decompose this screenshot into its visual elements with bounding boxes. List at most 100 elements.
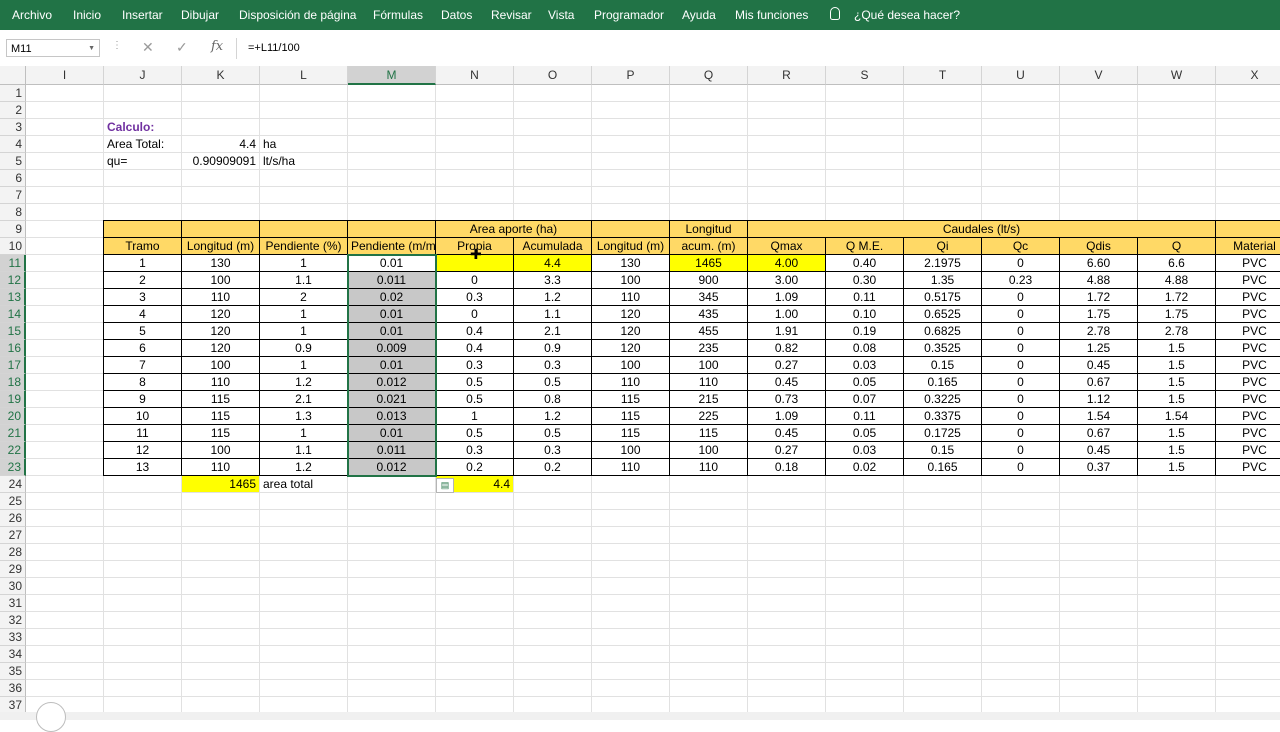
row-header-36[interactable]: 36 (0, 680, 26, 697)
table-cell-K18[interactable]: 110 (181, 373, 260, 391)
row-header-31[interactable]: 31 (0, 595, 26, 612)
grid-cell[interactable] (592, 187, 670, 204)
grid-cell[interactable] (514, 493, 592, 510)
grid-cell[interactable] (904, 204, 982, 221)
column-header-Q[interactable]: Q (670, 66, 748, 85)
table-cell-U20[interactable]: 0 (981, 407, 1060, 425)
grid-cell[interactable] (670, 595, 748, 612)
grid-cell[interactable] (748, 544, 826, 561)
area-total-label[interactable]: Area Total: (104, 136, 182, 153)
table-cell-O20[interactable]: 1.2 (513, 407, 592, 425)
grid-cell[interactable] (670, 204, 748, 221)
grid-cell[interactable] (1138, 663, 1216, 680)
grid-cell[interactable] (670, 510, 748, 527)
column-header-K[interactable]: K (182, 66, 260, 85)
grid-cell[interactable] (904, 595, 982, 612)
table-cell-U12[interactable]: 0.23 (981, 271, 1060, 289)
row-header-4[interactable]: 4 (0, 136, 26, 153)
table-cell-M11[interactable]: 0.01 (347, 254, 436, 272)
grid-cell[interactable] (1060, 187, 1138, 204)
grid-cell[interactable] (1216, 629, 1280, 646)
row-header-26[interactable]: 26 (0, 510, 26, 527)
grid-cell[interactable] (1060, 510, 1138, 527)
grid-cell[interactable] (1216, 136, 1280, 153)
grid-cell[interactable] (748, 612, 826, 629)
table-cell-Q21[interactable]: 115 (669, 424, 748, 442)
grid-cell[interactable] (260, 493, 348, 510)
grid-cell[interactable] (182, 85, 260, 102)
grid-cell[interactable] (260, 170, 348, 187)
table-cell-P17[interactable]: 100 (591, 356, 670, 374)
table-cell-S23[interactable]: 0.02 (825, 458, 904, 476)
grid-cell[interactable] (26, 272, 104, 289)
grid-cell[interactable] (670, 136, 748, 153)
grid-cell[interactable] (1060, 85, 1138, 102)
grid-cell[interactable] (104, 170, 182, 187)
grid-cell[interactable] (26, 119, 104, 136)
row-header-2[interactable]: 2 (0, 102, 26, 119)
grid-cell[interactable] (826, 187, 904, 204)
table-cell-L14[interactable]: 1 (259, 305, 348, 323)
grid-cell[interactable] (982, 136, 1060, 153)
row-header-11[interactable]: 11 (0, 255, 26, 272)
row-header-30[interactable]: 30 (0, 578, 26, 595)
grid-cell[interactable] (826, 527, 904, 544)
row-header-27[interactable]: 27 (0, 527, 26, 544)
table-cell-J20[interactable]: 10 (103, 407, 182, 425)
grid-cell[interactable] (748, 663, 826, 680)
grid-cell[interactable] (182, 612, 260, 629)
row-header-17[interactable]: 17 (0, 357, 26, 374)
grid-cell[interactable] (748, 102, 826, 119)
grid-cell[interactable] (26, 561, 104, 578)
cancel-icon[interactable]: ✕ (142, 39, 154, 56)
grid-cell[interactable] (26, 544, 104, 561)
table-cell-W23[interactable]: 1.5 (1137, 458, 1216, 476)
grid-cell[interactable] (514, 578, 592, 595)
table-cell-M22[interactable]: 0.011 (347, 441, 436, 459)
grid-cell[interactable] (348, 612, 436, 629)
grid-cell[interactable] (26, 527, 104, 544)
table-cell-U22[interactable]: 0 (981, 441, 1060, 459)
grid-cell[interactable] (104, 595, 182, 612)
grid-cell[interactable] (1216, 578, 1280, 595)
grid-cell[interactable] (904, 119, 982, 136)
grid-cell[interactable] (436, 204, 514, 221)
row-header-12[interactable]: 12 (0, 272, 26, 289)
table-cell-M20[interactable]: 0.013 (347, 407, 436, 425)
grid-cell[interactable] (670, 476, 748, 493)
grid-cell[interactable] (436, 85, 514, 102)
grid-cell[interactable] (348, 170, 436, 187)
column-header-O[interactable]: O (514, 66, 592, 85)
table-cell-N17[interactable]: 0.3 (435, 356, 514, 374)
column-header-M[interactable]: M (348, 66, 436, 85)
grid-cell[interactable] (826, 136, 904, 153)
grid-cell[interactable] (26, 136, 104, 153)
table-cell-S18[interactable]: 0.05 (825, 373, 904, 391)
table-cell-L22[interactable]: 1.1 (259, 441, 348, 459)
grid-cell[interactable] (182, 646, 260, 663)
grid-cell[interactable] (182, 629, 260, 646)
grid-cell[interactable] (592, 663, 670, 680)
grid-cell[interactable] (1138, 527, 1216, 544)
grid-cell[interactable] (104, 578, 182, 595)
grid-cell[interactable] (670, 544, 748, 561)
grid-cell[interactable] (592, 527, 670, 544)
grid-cell[interactable] (1060, 136, 1138, 153)
table-cell-L16[interactable]: 0.9 (259, 339, 348, 357)
grid-cell[interactable] (670, 187, 748, 204)
grid-cell[interactable] (826, 612, 904, 629)
grid-cell[interactable] (436, 510, 514, 527)
grid-cell[interactable] (260, 544, 348, 561)
grid-cell[interactable] (26, 357, 104, 374)
row-header-21[interactable]: 21 (0, 425, 26, 442)
grid-cell[interactable] (982, 663, 1060, 680)
grid-cell[interactable] (514, 170, 592, 187)
table-cell-R11[interactable]: 4.00 (747, 254, 826, 272)
grid-cell[interactable] (592, 170, 670, 187)
grid-cell[interactable] (348, 136, 436, 153)
grid-cell[interactable] (260, 527, 348, 544)
row-header-15[interactable]: 15 (0, 323, 26, 340)
tell-me-search[interactable]: ¿Qué desea hacer? (854, 8, 960, 22)
grid-cell[interactable] (26, 323, 104, 340)
grid-cell[interactable] (436, 680, 514, 697)
